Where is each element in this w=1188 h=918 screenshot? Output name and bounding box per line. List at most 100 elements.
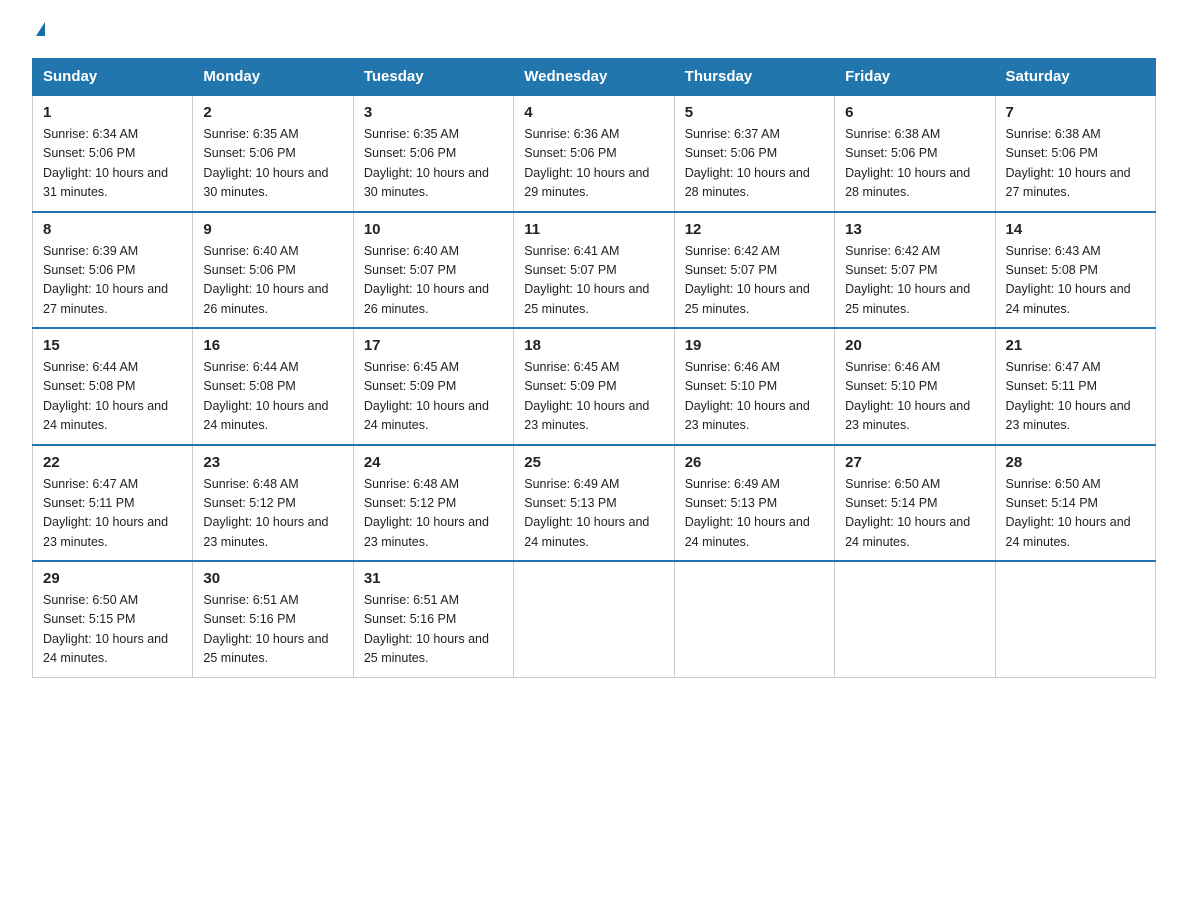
day-number: 2: [203, 104, 342, 121]
day-info: Sunrise: 6:50 AMSunset: 5:14 PMDaylight:…: [845, 475, 984, 553]
day-number: 27: [845, 454, 984, 471]
day-number: 5: [685, 104, 824, 121]
calendar-cell: 13 Sunrise: 6:42 AMSunset: 5:07 PMDayligh…: [835, 212, 995, 329]
day-number: 9: [203, 221, 342, 238]
day-info: Sunrise: 6:34 AMSunset: 5:06 PMDaylight:…: [43, 125, 182, 203]
col-header-wednesday: Wednesday: [514, 59, 674, 96]
page-header: [32, 24, 1156, 38]
day-info: Sunrise: 6:47 AMSunset: 5:11 PMDaylight:…: [43, 475, 182, 553]
day-info: Sunrise: 6:47 AMSunset: 5:11 PMDaylight:…: [1006, 358, 1145, 436]
calendar-cell: 27 Sunrise: 6:50 AMSunset: 5:14 PMDayligh…: [835, 445, 995, 562]
calendar-cell: [995, 561, 1155, 677]
day-info: Sunrise: 6:40 AMSunset: 5:07 PMDaylight:…: [364, 242, 503, 320]
day-number: 11: [524, 221, 663, 238]
day-number: 29: [43, 570, 182, 587]
calendar-cell: 28 Sunrise: 6:50 AMSunset: 5:14 PMDayligh…: [995, 445, 1155, 562]
day-info: Sunrise: 6:48 AMSunset: 5:12 PMDaylight:…: [364, 475, 503, 553]
day-info: Sunrise: 6:44 AMSunset: 5:08 PMDaylight:…: [43, 358, 182, 436]
calendar-cell: 12Sunrise: 6:42 AMSunset: 5:07 PMDayligh…: [674, 212, 834, 329]
day-info: Sunrise: 6:44 AMSunset: 5:08 PMDaylight:…: [203, 358, 342, 436]
calendar-cell: 1 Sunrise: 6:34 AMSunset: 5:06 PMDaylight…: [33, 95, 193, 212]
day-info: Sunrise: 6:48 AMSunset: 5:12 PMDaylight:…: [203, 475, 342, 553]
day-info: Sunrise: 6:38 AMSunset: 5:06 PMDaylight:…: [845, 125, 984, 203]
calendar-cell: 26 Sunrise: 6:49 AMSunset: 5:13 PMDayligh…: [674, 445, 834, 562]
day-info: Sunrise: 6:51 AMSunset: 5:16 PMDaylight:…: [203, 591, 342, 669]
calendar-cell: 9 Sunrise: 6:40 AMSunset: 5:06 PMDaylight…: [193, 212, 353, 329]
calendar-table: SundayMondayTuesdayWednesdayThursdayFrid…: [32, 58, 1156, 678]
day-number: 18: [524, 337, 663, 354]
calendar-cell: 30 Sunrise: 6:51 AMSunset: 5:16 PMDayligh…: [193, 561, 353, 677]
week-row-4: 22 Sunrise: 6:47 AMSunset: 5:11 PMDayligh…: [33, 445, 1156, 562]
calendar-cell: 20 Sunrise: 6:46 AMSunset: 5:10 PMDayligh…: [835, 328, 995, 445]
day-number: 3: [364, 104, 503, 121]
day-info: Sunrise: 6:41 AMSunset: 5:07 PMDaylight:…: [524, 242, 663, 320]
calendar-cell: 14Sunrise: 6:43 AMSunset: 5:08 PMDayligh…: [995, 212, 1155, 329]
week-row-2: 8 Sunrise: 6:39 AMSunset: 5:06 PMDaylight…: [33, 212, 1156, 329]
day-info: Sunrise: 6:42 AMSunset: 5:07 PMDaylight:…: [845, 242, 984, 320]
col-header-thursday: Thursday: [674, 59, 834, 96]
day-number: 16: [203, 337, 342, 354]
day-number: 8: [43, 221, 182, 238]
calendar-cell: [514, 561, 674, 677]
calendar-cell: 3Sunrise: 6:35 AMSunset: 5:06 PMDaylight…: [353, 95, 513, 212]
calendar-cell: 2 Sunrise: 6:35 AMSunset: 5:06 PMDaylight…: [193, 95, 353, 212]
day-info: Sunrise: 6:45 AMSunset: 5:09 PMDaylight:…: [524, 358, 663, 436]
day-number: 30: [203, 570, 342, 587]
day-info: Sunrise: 6:45 AMSunset: 5:09 PMDaylight:…: [364, 358, 503, 436]
day-info: Sunrise: 6:43 AMSunset: 5:08 PMDaylight:…: [1006, 242, 1145, 320]
col-header-sunday: Sunday: [33, 59, 193, 96]
calendar-cell: 31 Sunrise: 6:51 AMSunset: 5:16 PMDayligh…: [353, 561, 513, 677]
week-row-1: 1 Sunrise: 6:34 AMSunset: 5:06 PMDaylight…: [33, 95, 1156, 212]
calendar-cell: 19 Sunrise: 6:46 AMSunset: 5:10 PMDayligh…: [674, 328, 834, 445]
day-number: 25: [524, 454, 663, 471]
day-number: 26: [685, 454, 824, 471]
day-number: 13: [845, 221, 984, 238]
day-info: Sunrise: 6:46 AMSunset: 5:10 PMDaylight:…: [685, 358, 824, 436]
calendar-cell: 10 Sunrise: 6:40 AMSunset: 5:07 PMDayligh…: [353, 212, 513, 329]
day-number: 19: [685, 337, 824, 354]
day-number: 7: [1006, 104, 1145, 121]
col-header-tuesday: Tuesday: [353, 59, 513, 96]
day-number: 23: [203, 454, 342, 471]
day-info: Sunrise: 6:46 AMSunset: 5:10 PMDaylight:…: [845, 358, 984, 436]
day-info: Sunrise: 6:49 AMSunset: 5:13 PMDaylight:…: [685, 475, 824, 553]
logo-triangle-icon: [36, 22, 45, 36]
day-number: 10: [364, 221, 503, 238]
day-info: Sunrise: 6:42 AMSunset: 5:07 PMDaylight:…: [685, 242, 824, 320]
day-info: Sunrise: 6:38 AMSunset: 5:06 PMDaylight:…: [1006, 125, 1145, 203]
calendar-cell: [835, 561, 995, 677]
calendar-cell: 8 Sunrise: 6:39 AMSunset: 5:06 PMDaylight…: [33, 212, 193, 329]
day-number: 15: [43, 337, 182, 354]
day-number: 20: [845, 337, 984, 354]
calendar-cell: 25Sunrise: 6:49 AMSunset: 5:13 PMDayligh…: [514, 445, 674, 562]
col-header-friday: Friday: [835, 59, 995, 96]
col-header-saturday: Saturday: [995, 59, 1155, 96]
day-info: Sunrise: 6:37 AMSunset: 5:06 PMDaylight:…: [685, 125, 824, 203]
week-row-3: 15 Sunrise: 6:44 AMSunset: 5:08 PMDayligh…: [33, 328, 1156, 445]
day-info: Sunrise: 6:51 AMSunset: 5:16 PMDaylight:…: [364, 591, 503, 669]
calendar-cell: [674, 561, 834, 677]
day-info: Sunrise: 6:35 AMSunset: 5:06 PMDaylight:…: [203, 125, 342, 203]
day-info: Sunrise: 6:50 AMSunset: 5:14 PMDaylight:…: [1006, 475, 1145, 553]
calendar-cell: 16 Sunrise: 6:44 AMSunset: 5:08 PMDayligh…: [193, 328, 353, 445]
day-info: Sunrise: 6:36 AMSunset: 5:06 PMDaylight:…: [524, 125, 663, 203]
calendar-cell: 7 Sunrise: 6:38 AMSunset: 5:06 PMDaylight…: [995, 95, 1155, 212]
logo: [32, 24, 45, 38]
day-number: 31: [364, 570, 503, 587]
day-number: 17: [364, 337, 503, 354]
day-number: 24: [364, 454, 503, 471]
day-info: Sunrise: 6:39 AMSunset: 5:06 PMDaylight:…: [43, 242, 182, 320]
day-number: 28: [1006, 454, 1145, 471]
day-info: Sunrise: 6:50 AMSunset: 5:15 PMDaylight:…: [43, 591, 182, 669]
day-number: 22: [43, 454, 182, 471]
day-number: 21: [1006, 337, 1145, 354]
day-info: Sunrise: 6:40 AMSunset: 5:06 PMDaylight:…: [203, 242, 342, 320]
calendar-cell: 17 Sunrise: 6:45 AMSunset: 5:09 PMDayligh…: [353, 328, 513, 445]
calendar-header-row: SundayMondayTuesdayWednesdayThursdayFrid…: [33, 59, 1156, 96]
calendar-cell: 15 Sunrise: 6:44 AMSunset: 5:08 PMDayligh…: [33, 328, 193, 445]
calendar-cell: 29 Sunrise: 6:50 AMSunset: 5:15 PMDayligh…: [33, 561, 193, 677]
day-number: 6: [845, 104, 984, 121]
day-number: 1: [43, 104, 182, 121]
calendar-cell: 18 Sunrise: 6:45 AMSunset: 5:09 PMDayligh…: [514, 328, 674, 445]
calendar-cell: 4Sunrise: 6:36 AMSunset: 5:06 PMDaylight…: [514, 95, 674, 212]
